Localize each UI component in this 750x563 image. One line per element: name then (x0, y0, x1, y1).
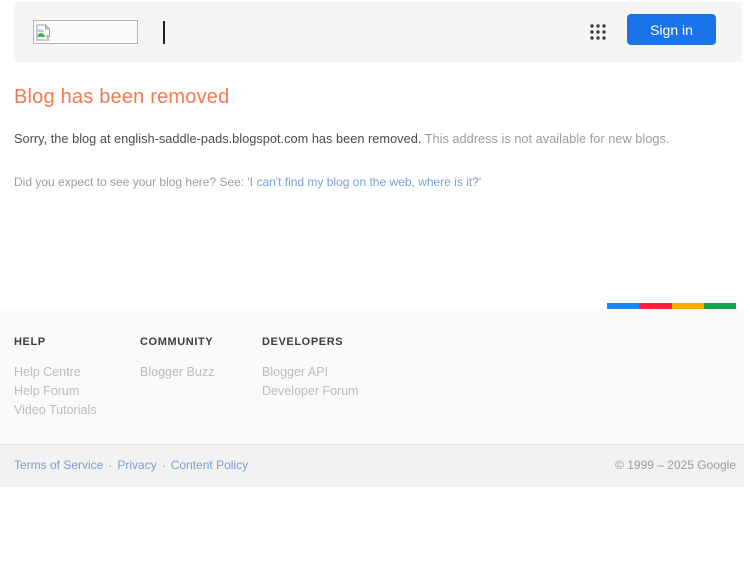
legal-links: Terms of Service · Privacy · Content Policy (14, 458, 248, 472)
text-cursor (163, 21, 165, 44)
footer-heading-community: COMMUNITY (140, 336, 214, 348)
footer-link-help-forum[interactable]: Help Forum (14, 382, 96, 401)
removed-message-secondary: This address is not available for new bl… (424, 131, 670, 146)
footer-link-help-centre[interactable]: Help Centre (14, 363, 96, 382)
removed-message-primary: Sorry, the blog at english-saddle-pads.b… (14, 131, 422, 146)
broken-logo-placeholder[interactable] (33, 20, 138, 44)
broken-image-icon (36, 24, 51, 41)
footer-heading-developers: DEVELOPERS (262, 336, 344, 348)
footer-column-developers: DEVELOPERS Blogger API Developer Forum (262, 336, 359, 401)
footer-bottom-bar: Terms of Service · Privacy · Content Policy … (0, 444, 744, 487)
footer-link-developer-forum[interactable]: Developer Forum (262, 382, 359, 401)
sign-in-button[interactable]: Sign in (627, 14, 716, 45)
footer-link-video-tutorials[interactable]: Video Tutorials (14, 401, 96, 420)
help-link[interactable]: 'I can't find my blog on the web, where … (247, 175, 481, 189)
footer-column-community: COMMUNITY Blogger Buzz (140, 336, 214, 382)
terms-of-service-link[interactable]: Terms of Service (14, 458, 103, 472)
footer-link-blogger-api[interactable]: Blogger API (262, 363, 359, 382)
copyright-text: © 1999 – 2025 Google (615, 458, 736, 472)
help-prompt: Did you expect to see your blog here? Se… (14, 175, 248, 189)
apps-grid-icon (590, 24, 606, 40)
apps-grid-button[interactable] (587, 21, 609, 43)
removed-message: Sorry, the blog at english-saddle-pads.b… (14, 131, 714, 147)
blog-removed-page: Sign in Blog has been removed Sorry, the… (0, 0, 750, 563)
legal-separator: · (108, 458, 113, 472)
legal-separator: · (161, 458, 166, 472)
content-policy-link[interactable]: Content Policy (171, 458, 248, 472)
help-line: Did you expect to see your blog here? Se… (14, 175, 714, 189)
footer-heading-help: HELP (14, 336, 46, 348)
privacy-link[interactable]: Privacy (117, 458, 156, 472)
header-bar: Sign in (14, 2, 742, 62)
page-title: Blog has been removed (14, 86, 230, 108)
footer-link-blogger-buzz[interactable]: Blogger Buzz (140, 363, 214, 382)
footer: HELP Help Centre Help Forum Video Tutori… (0, 309, 744, 444)
footer-column-help: HELP Help Centre Help Forum Video Tutori… (14, 336, 96, 420)
